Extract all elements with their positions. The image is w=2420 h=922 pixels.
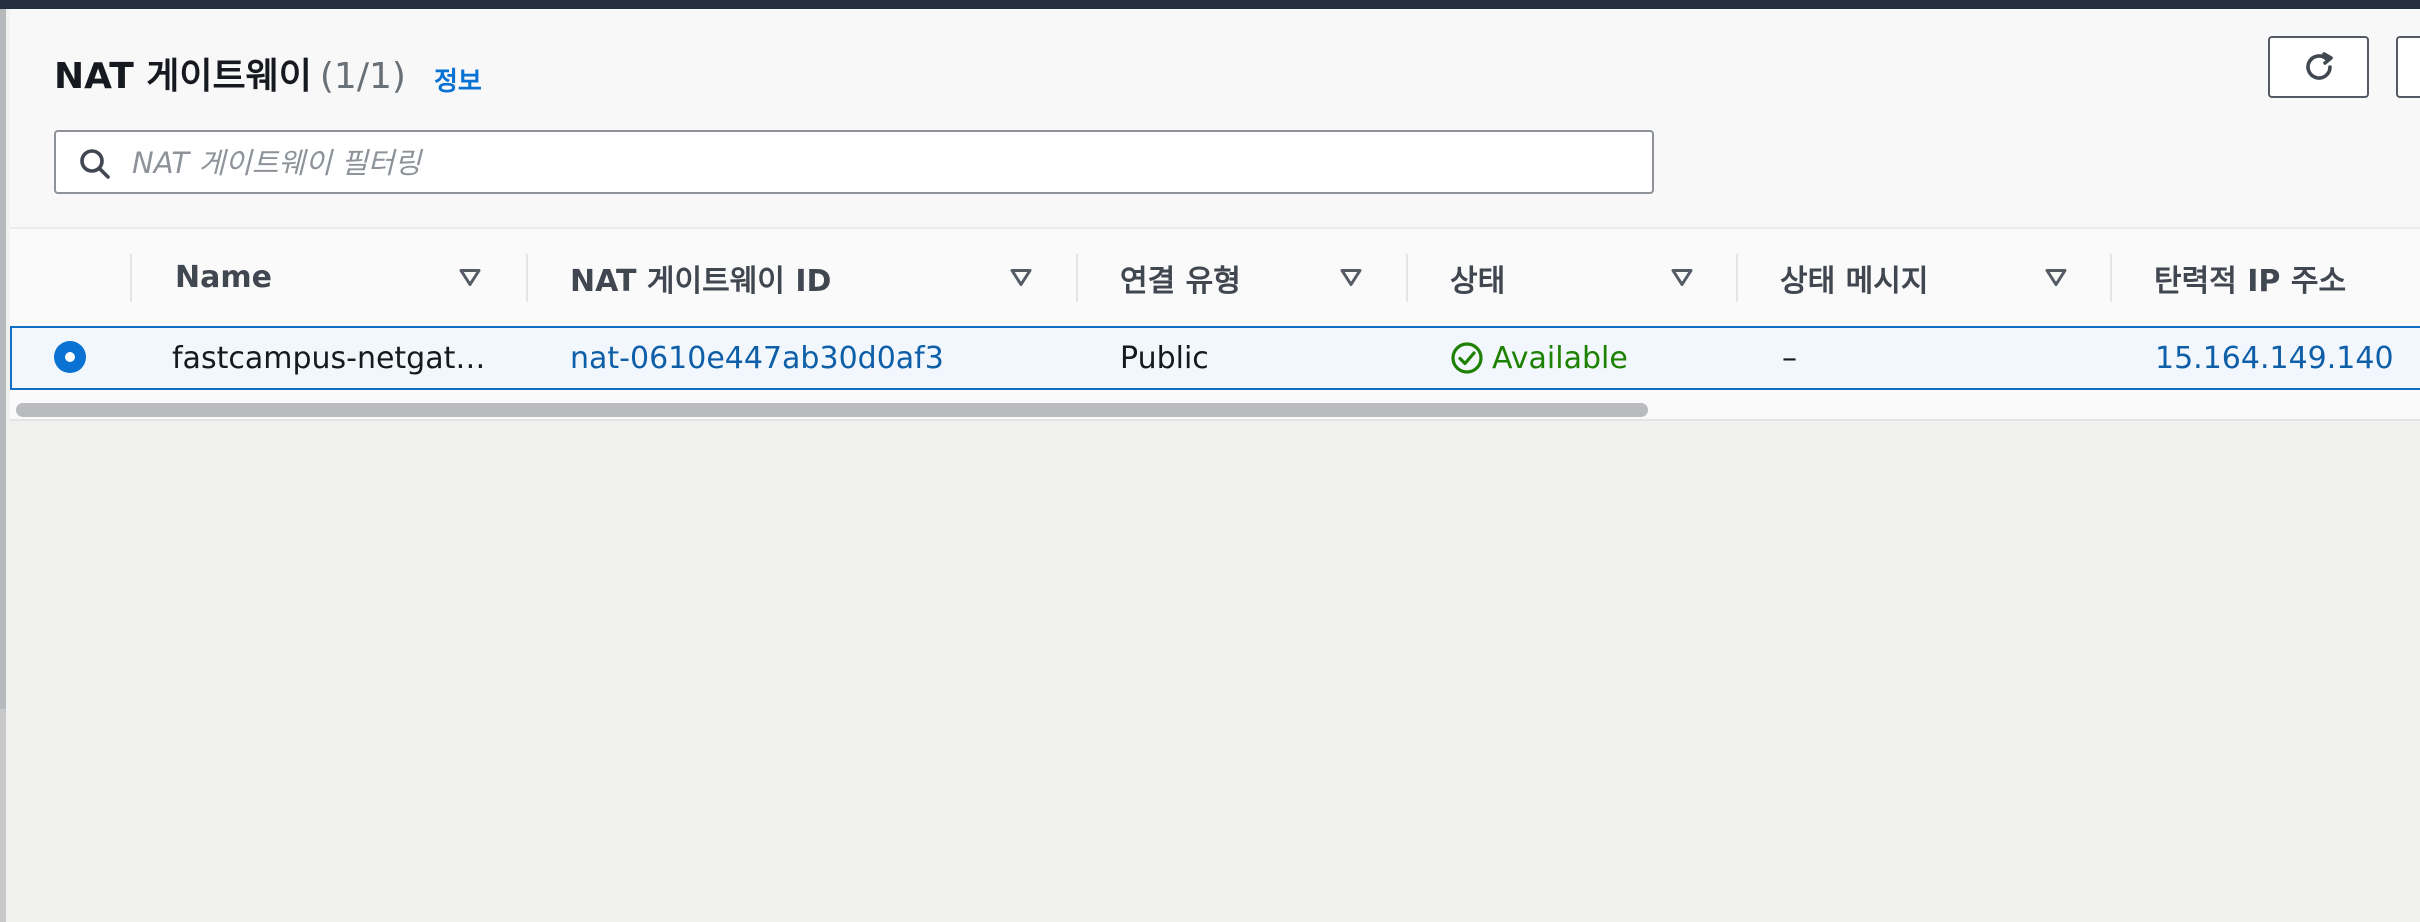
nat-gateway-id-link[interactable]: nat-0610e447ab30d0af3	[570, 328, 944, 388]
top-navigation-bar	[0, 0, 2420, 9]
column-separator[interactable]	[1076, 254, 1078, 302]
column-header-connectivity[interactable]: 연결 유형	[1120, 229, 1241, 326]
panel-header: NAT 게이트웨이 (1/1) 정보	[10, 9, 2420, 229]
check-circle-icon	[1451, 342, 1483, 374]
search-field[interactable]	[54, 130, 1654, 194]
actions-button[interactable]	[2396, 36, 2420, 98]
column-header-name[interactable]: Name	[175, 229, 272, 326]
horizontal-scrollbar[interactable]	[16, 403, 1648, 417]
column-header-nat-id[interactable]: NAT 게이트웨이 ID	[570, 229, 831, 326]
elastic-ip-link[interactable]: 15.164.149.140	[2155, 328, 2394, 388]
column-separator[interactable]	[526, 254, 528, 302]
info-link[interactable]: 정보	[434, 61, 482, 98]
column-header-label: Name	[175, 260, 272, 295]
side-panel-divider[interactable]	[0, 9, 6, 922]
nat-gateways-panel: NAT 게이트웨이(1/1) 정보 Name NAT 게이트웨이 ID	[10, 9, 2420, 421]
column-separator[interactable]	[2110, 254, 2112, 302]
column-header-status-message[interactable]: 상태 메시지	[1780, 229, 1928, 326]
sort-icon[interactable]	[2044, 229, 2068, 326]
refresh-button[interactable]	[2268, 36, 2369, 98]
sort-icon[interactable]	[458, 229, 482, 326]
divider-handle[interactable]	[0, 9, 6, 709]
column-header-status[interactable]: 상태	[1450, 229, 1505, 326]
column-header-label: 상태	[1450, 263, 1506, 299]
refresh-icon	[2305, 52, 2333, 80]
column-header-label: NAT 게이트웨이 ID	[570, 263, 832, 299]
column-header-label: 연결 유형	[1120, 263, 1241, 299]
column-separator	[130, 254, 132, 302]
sort-icon[interactable]	[1009, 229, 1033, 326]
cell-status-message: –	[1782, 340, 1797, 376]
table-header: Name NAT 게이트웨이 ID 연결 유형 상태 상태 메시지 탄력적 IP…	[10, 229, 2420, 326]
sort-icon[interactable]	[1670, 229, 1694, 326]
search-icon	[80, 149, 110, 179]
status-text: Available	[1492, 340, 1628, 376]
status-badge: Available	[1450, 328, 1628, 388]
cell-name: fastcampus-netgat…	[172, 340, 486, 376]
column-header-label: 탄력적 IP 주소	[2154, 263, 2347, 299]
item-count: (1/1)	[319, 56, 406, 97]
table-row[interactable]: fastcampus-netgat… nat-0610e447ab30d0af3…	[10, 326, 2420, 390]
column-separator[interactable]	[1736, 254, 1738, 302]
row-select-radio[interactable]	[54, 341, 86, 373]
sort-icon[interactable]	[1339, 229, 1363, 326]
column-header-label: 상태 메시지	[1780, 263, 1929, 299]
cell-connectivity: Public	[1120, 340, 1209, 376]
column-separator[interactable]	[1406, 254, 1408, 302]
page-title-text: NAT 게이트웨이	[54, 56, 312, 97]
page-title: NAT 게이트웨이 (1/1)	[54, 47, 406, 99]
column-header-elastic-ip[interactable]: 탄력적 IP 주소	[2154, 229, 2346, 326]
search-input[interactable]	[130, 138, 1634, 188]
